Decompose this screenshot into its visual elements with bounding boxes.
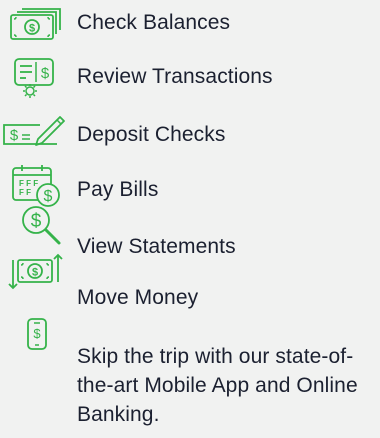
feature-label: Pay Bills bbox=[77, 178, 159, 201]
svg-text:$: $ bbox=[44, 188, 53, 205]
feature-review-transactions: $ Review Transactions bbox=[0, 54, 380, 100]
feature-label: Deposit Checks bbox=[77, 123, 226, 146]
svg-text:$: $ bbox=[33, 326, 41, 341]
feature-label: Check Balances bbox=[77, 11, 231, 34]
feature-mobile-app: $ Skip the trip with our state-of-the-ar… bbox=[0, 316, 380, 438]
check-pen-icon: $ bbox=[2, 114, 68, 148]
feature-check-balances: $ Check Balances bbox=[0, 0, 380, 46]
svg-text:$: $ bbox=[31, 211, 42, 232]
feature-label: Move Money bbox=[77, 286, 199, 309]
svg-text:$: $ bbox=[10, 127, 19, 144]
transaction-list-gear-icon: $ bbox=[14, 58, 56, 100]
feature-deposit-checks: $ Deposit Checks bbox=[0, 112, 380, 158]
svg-text:F F F: F F F bbox=[19, 179, 38, 188]
feature-label: Review Transactions bbox=[77, 65, 273, 88]
money-bills-icon: $ bbox=[10, 7, 62, 41]
calendar-dollar-icon: F F F F F $ bbox=[8, 164, 64, 208]
svg-text:$: $ bbox=[41, 65, 50, 82]
feature-label: Skip the trip with our state-of-the-art … bbox=[77, 345, 358, 426]
svg-text:$: $ bbox=[29, 23, 35, 35]
feature-move-money: $ Move Money bbox=[0, 252, 380, 309]
dollar-magnifier-icon: $ bbox=[20, 204, 64, 248]
money-transfer-arrows-icon: $ bbox=[10, 252, 62, 292]
svg-text:F F: F F bbox=[19, 188, 31, 197]
mobile-phone-dollar-icon: $ bbox=[27, 318, 47, 350]
svg-text:$: $ bbox=[32, 267, 38, 279]
